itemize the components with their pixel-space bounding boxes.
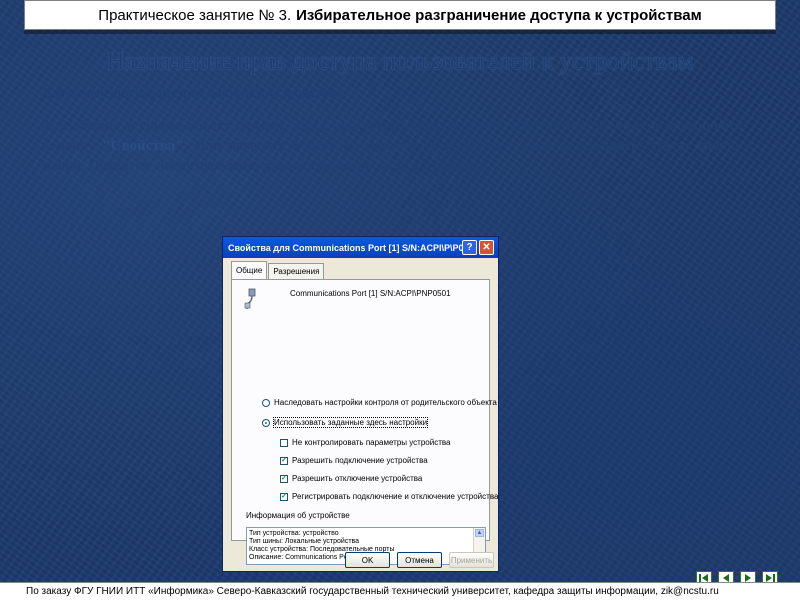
checkbox-no-control[interactable]: [280, 438, 288, 447]
slide-subheading: Для изменения параметров доступа к устро…: [42, 86, 348, 101]
checkbox-allow-disconnect[interactable]: ✓: [280, 474, 288, 483]
device-name: Communications Port [1] S/N:ACPI\PNP0501: [290, 289, 451, 298]
close-button[interactable]: ✕: [479, 240, 494, 255]
radio-custom[interactable]: Использовать заданные здесь настройки: [262, 417, 429, 428]
radio-inherit[interactable]: Наследовать настройки контроля от родите…: [262, 398, 497, 407]
header-title: Избирательное разграничение доступа к ус…: [296, 6, 702, 24]
slide-footer: По заказу ФГУ ГНИИ ИТТ «Информика» Север…: [0, 582, 800, 600]
slide-header: Практическое занятие № 3. Избирательное …: [24, 0, 776, 30]
info-line: Тип шины: Локальные устройства: [249, 538, 360, 545]
check-log-events-label: Регистрировать подключение и отключение …: [292, 492, 499, 501]
last-slide-icon: [766, 573, 775, 582]
ok-button[interactable]: OK: [345, 552, 390, 568]
check-log-events[interactable]: ✓ Регистрировать подключение и отключени…: [280, 492, 498, 501]
tab-general[interactable]: Общие: [231, 261, 268, 279]
cancel-button[interactable]: Отмена: [397, 552, 442, 568]
properties-dialog: Свойства для Communications Port [1] S/N…: [222, 236, 499, 572]
slide-heading: Назначение прав доступа пользователей к …: [106, 48, 694, 75]
radio-custom-button[interactable]: [262, 418, 270, 427]
info-line: Тип устройства: устройство: [249, 530, 339, 537]
radio-inherit-button[interactable]: [262, 398, 270, 407]
paragraph-bold-term: "Свойства": [102, 138, 184, 154]
scroll-up-icon[interactable]: ▲: [475, 529, 484, 537]
previous-slide-icon: [723, 573, 729, 582]
header-shadow: [24, 30, 776, 34]
port-device-icon: [244, 288, 256, 309]
tab-permissions[interactable]: Разрешения: [268, 263, 325, 279]
check-allow-disconnect-label: Разрешить отключение устройства: [292, 474, 423, 483]
slide: Практическое занятие № 3. Избирательное …: [0, 0, 800, 600]
help-icon: ?: [466, 242, 473, 253]
first-slide-icon: [699, 573, 708, 582]
help-button[interactable]: ?: [462, 240, 477, 255]
close-icon: ✕: [482, 242, 491, 253]
footer-text: По заказу ФГУ ГНИИ ИТТ «Информика» Север…: [26, 586, 719, 597]
check-allow-connect[interactable]: ✓ Разрешить подключение устройства: [280, 456, 428, 465]
next-slide-icon: [745, 573, 751, 582]
checkbox-allow-connect[interactable]: ✓: [280, 456, 288, 465]
dialog-tabs: Общие Разрешения: [231, 261, 325, 280]
radio-custom-label: Использовать заданные здесь настройки: [272, 417, 429, 428]
radio-inherit-label: Наследовать настройки контроля от родите…: [274, 398, 497, 407]
dialog-titlebar[interactable]: Свойства для Communications Port [1] S/N…: [223, 237, 498, 258]
check-no-control-label: Не контролировать параметры устройства: [292, 438, 451, 447]
device-info-label: Информация об устройстве: [246, 511, 350, 520]
check-no-control[interactable]: Не контролировать параметры устройства: [280, 438, 450, 447]
header-prefix: Практическое занятие № 3.: [98, 6, 292, 24]
check-allow-connect-label: Разрешить подключение устройства: [292, 456, 428, 465]
check-allow-disconnect[interactable]: ✓ Разрешить отключение устройства: [280, 474, 422, 483]
instruction-paragraph: 4. Выберите в списке объект (группу, кла…: [42, 116, 742, 176]
dialog-title: Свойства для Communications Port [1] S/N…: [228, 242, 476, 253]
apply-button[interactable]: Применить: [449, 552, 494, 568]
general-tab-panel: Communications Port [1] S/N:ACPI\PNP0501…: [231, 279, 498, 565]
checkbox-log-events[interactable]: ✓: [280, 492, 288, 501]
